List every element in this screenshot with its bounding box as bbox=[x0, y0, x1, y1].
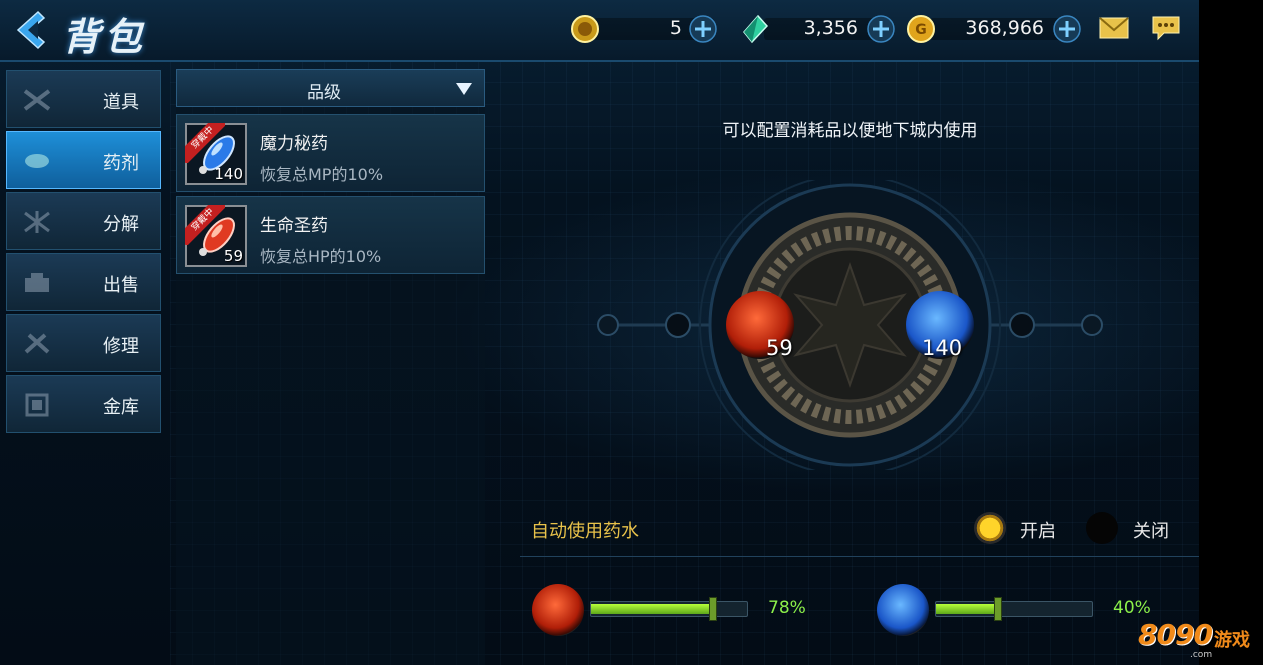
rune-circle-emblem bbox=[597, 174, 1103, 476]
mp-slot-count: 140 bbox=[922, 336, 963, 360]
watermark-logo: 8090 bbox=[1138, 618, 1213, 651]
back-arrow-icon[interactable] bbox=[8, 8, 52, 52]
slider-fill bbox=[591, 604, 713, 614]
resource-value: 5 bbox=[669, 17, 682, 39]
letterbox-bar bbox=[1199, 0, 1263, 665]
inventory-screen: 背包 5 3,356 G 368,966 道具 药剂 分解 出售 修理 金库 品… bbox=[0, 0, 1263, 665]
resource-gold-token: 5 bbox=[570, 12, 722, 46]
watermark-logo-cn: 游戏 bbox=[1214, 630, 1250, 651]
add-crystal-icon[interactable] bbox=[866, 14, 896, 44]
slider-track bbox=[590, 597, 748, 621]
menu-item-potions[interactable]: 药剂 bbox=[6, 131, 161, 189]
auto-use-label: 自动使用药水 bbox=[531, 521, 639, 542]
list-item[interactable]: 穿戴中 59 生命圣药 恢复总HP的10% bbox=[176, 196, 485, 274]
gold-coin-icon: G bbox=[907, 15, 935, 43]
item-desc: 恢复总HP的10% bbox=[260, 247, 382, 266]
vault-icon bbox=[25, 393, 49, 417]
mail-icon[interactable] bbox=[1098, 14, 1130, 42]
item-name: 生命圣药 bbox=[260, 216, 328, 236]
slider-handle[interactable] bbox=[709, 597, 717, 621]
item-slot: 穿戴中 59 bbox=[185, 205, 247, 267]
menu-item-items[interactable]: 道具 bbox=[6, 70, 161, 128]
item-slot: 穿戴中 140 bbox=[185, 123, 247, 185]
mp-threshold-value: 40% bbox=[1113, 598, 1151, 618]
menu-item-label: 药剂 bbox=[103, 153, 139, 174]
menu-item-label: 金库 bbox=[103, 397, 139, 418]
sell-icon bbox=[25, 273, 49, 292]
item-name: 魔力秘药 bbox=[260, 134, 328, 154]
menu-item-label: 修理 bbox=[103, 336, 139, 357]
menu-item-sell[interactable]: 出售 bbox=[6, 253, 161, 311]
hp-potion-icon bbox=[532, 584, 584, 636]
item-list-panel: 品级 穿戴中 140 魔力秘药 恢复总MP的10% 穿戴中 59 生命圣药 恢复… bbox=[176, 69, 485, 665]
menu-item-vault[interactable]: 金库 bbox=[6, 375, 161, 433]
potion-icon bbox=[25, 154, 49, 168]
resource-gold-coin: G 368,966 bbox=[906, 12, 1086, 46]
decompose-icon bbox=[24, 211, 50, 233]
list-item[interactable]: 穿戴中 140 魔力秘药 恢复总MP的10% bbox=[176, 114, 485, 192]
menu-item-repair[interactable]: 修理 bbox=[6, 314, 161, 372]
resource-value: 368,966 bbox=[965, 17, 1044, 39]
chat-icon[interactable] bbox=[1150, 14, 1182, 42]
menu-item-label: 道具 bbox=[103, 92, 139, 113]
page-title: 背包 bbox=[62, 15, 147, 59]
item-count: 140 bbox=[214, 165, 243, 183]
gold-token-icon bbox=[571, 15, 599, 43]
sort-dropdown[interactable]: 品级 bbox=[176, 69, 485, 107]
green-crystal-icon bbox=[743, 14, 769, 44]
svg-text:G: G bbox=[915, 22, 927, 38]
auto-use-on-label: 开启 bbox=[1020, 521, 1056, 542]
hp-threshold-slider[interactable]: 78% bbox=[532, 584, 817, 636]
mp-threshold-slider[interactable]: 40% bbox=[877, 584, 1162, 636]
divider bbox=[520, 556, 1200, 557]
item-count: 59 bbox=[223, 247, 243, 265]
add-gold-coin-icon[interactable] bbox=[1052, 14, 1082, 44]
watermark-domain: .com bbox=[1190, 650, 1213, 660]
equipped-badge: 穿戴中 bbox=[185, 205, 225, 245]
slider-fill bbox=[936, 604, 998, 614]
resource-crystal: 3,356 bbox=[740, 12, 900, 46]
item-desc: 恢复总MP的10% bbox=[260, 165, 384, 184]
items-icon bbox=[23, 89, 51, 111]
auto-use-off-label: 关闭 bbox=[1133, 521, 1169, 542]
menu-item-decompose[interactable]: 分解 bbox=[6, 192, 161, 250]
equipped-badge: 穿戴中 bbox=[185, 123, 225, 163]
menu-item-label: 分解 bbox=[103, 214, 139, 235]
auto-use-on-radio[interactable] bbox=[974, 512, 1006, 544]
repair-icon bbox=[24, 333, 50, 354]
top-bar: 背包 5 3,356 G 368,966 bbox=[0, 0, 1200, 62]
sort-label: 品级 bbox=[307, 83, 341, 103]
config-hint: 可以配置消耗品以便地下城内使用 bbox=[722, 121, 978, 141]
hp-threshold-value: 78% bbox=[768, 598, 806, 618]
auto-use-off-radio[interactable] bbox=[1086, 512, 1118, 544]
menu-item-label: 出售 bbox=[103, 275, 139, 296]
slider-handle[interactable] bbox=[994, 597, 1002, 621]
slider-track bbox=[935, 597, 1093, 621]
side-menu: 道具 药剂 分解 出售 修理 金库 bbox=[6, 70, 161, 436]
chevron-down-icon bbox=[456, 83, 472, 95]
quick-slot-wheel: 59 140 bbox=[590, 174, 1110, 476]
add-gold-token-icon[interactable] bbox=[688, 14, 718, 44]
resource-value: 3,356 bbox=[803, 17, 858, 39]
hp-slot-count: 59 bbox=[766, 336, 793, 360]
mp-potion-icon bbox=[877, 584, 929, 636]
